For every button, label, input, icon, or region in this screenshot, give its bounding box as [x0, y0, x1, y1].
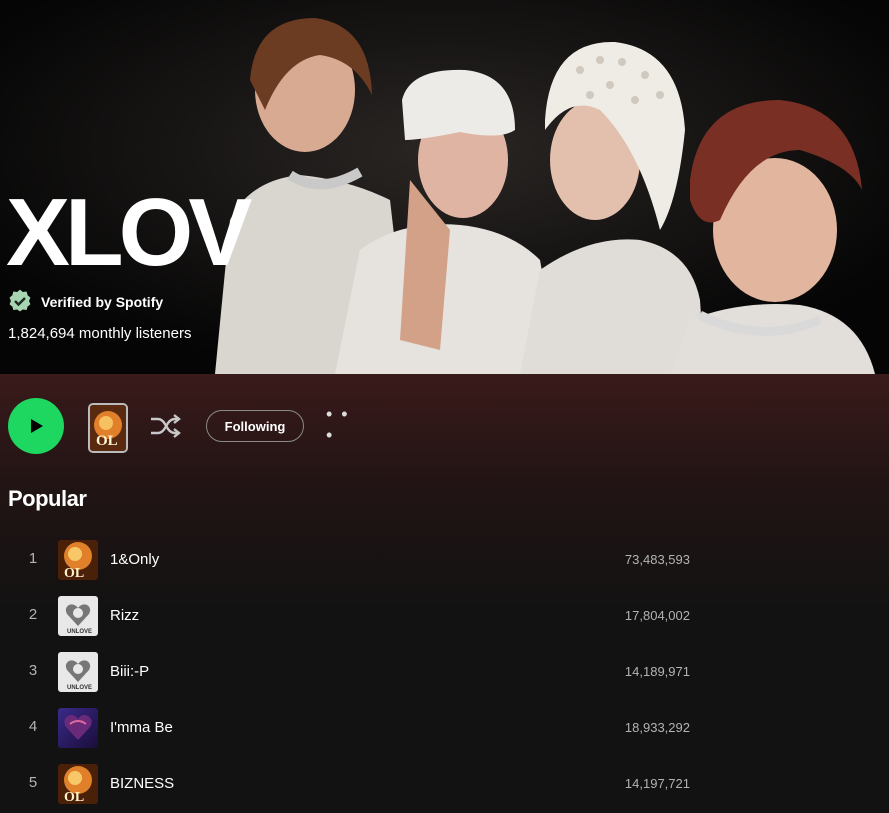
svg-text:OL: OL — [64, 566, 84, 580]
track-number: 4 — [28, 718, 38, 735]
ol-album-art: OL — [58, 764, 98, 804]
svg-text:UNLOVE: UNLOVE — [67, 629, 92, 635]
verified-badge: Verified by Spotify — [8, 289, 164, 316]
popular-heading: Popular — [8, 486, 87, 511]
track-row[interactable]: 1 OL 1&Only 73,483,593 — [0, 532, 889, 588]
track-number: 1 — [28, 550, 38, 567]
track-title[interactable]: BIZNESS — [110, 775, 174, 792]
popular-track-list: 1 OL 1&Only 73,483,593 2 UNLOVE Rizz 17,… — [0, 532, 889, 812]
track-play-count: 18,933,292 — [624, 720, 690, 735]
shuffle-button[interactable] — [148, 410, 182, 442]
track-title[interactable]: Biii:-P — [110, 663, 149, 680]
track-number: 5 — [28, 774, 38, 791]
track-play-count: 14,189,971 — [624, 664, 690, 679]
artist-header: XLOV Verified by Spotify 1,824,694 month… — [0, 0, 889, 374]
following-button[interactable]: Following — [206, 410, 304, 442]
track-number: 3 — [28, 662, 38, 679]
track-number: 2 — [28, 606, 38, 623]
track-title[interactable]: I'mma Be — [110, 719, 173, 736]
more-options-button[interactable]: • • • — [326, 404, 362, 445]
track-title[interactable]: 1&Only — [110, 551, 159, 568]
track-row[interactable]: 3 UNLOVE Biii:-P 14,189,971 — [0, 644, 889, 700]
track-row[interactable]: 5 OL BIZNESS 14,197,721 — [0, 756, 889, 812]
track-play-count: 14,197,721 — [624, 776, 690, 791]
action-bar: OL Following • • • — [0, 396, 889, 456]
artist-name: XLOV — [6, 179, 252, 286]
verified-icon — [8, 289, 32, 316]
unlove-album-art: UNLOVE — [58, 596, 98, 636]
verified-label: Verified by Spotify — [41, 294, 164, 310]
play-button[interactable] — [8, 398, 64, 454]
shuffle-icon — [151, 414, 181, 438]
preview-album-thumbnail[interactable]: OL — [88, 403, 128, 453]
heart-album-art — [58, 708, 98, 748]
svg-text:UNLOVE: UNLOVE — [67, 685, 92, 691]
track-play-count: 73,483,593 — [624, 552, 690, 567]
svg-text:OL: OL — [64, 790, 84, 804]
track-row[interactable]: 2 UNLOVE Rizz 17,804,002 — [0, 588, 889, 644]
svg-text:OL: OL — [96, 433, 118, 449]
track-title[interactable]: Rizz — [110, 607, 139, 624]
monthly-listeners: 1,824,694 monthly listeners — [8, 325, 192, 342]
play-icon — [31, 419, 43, 433]
track-play-count: 17,804,002 — [624, 608, 690, 623]
track-row[interactable]: 4 I'mma Be 18,933,292 — [0, 700, 889, 756]
unlove-album-art: UNLOVE — [58, 652, 98, 692]
ol-album-art: OL — [58, 540, 98, 580]
